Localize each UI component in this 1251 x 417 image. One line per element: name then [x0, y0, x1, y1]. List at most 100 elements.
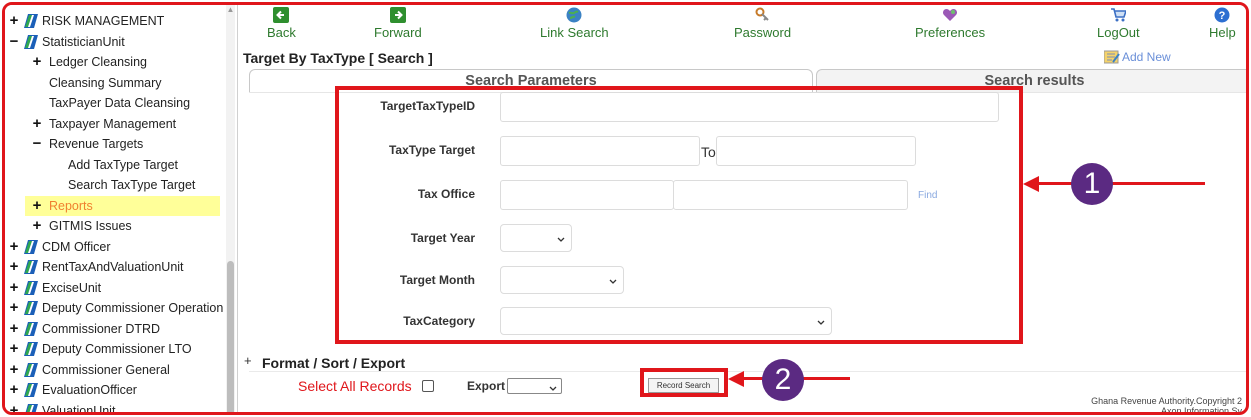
sidebar-item-taxpayer-data-cleansing[interactable]: TaxPayer Data Cleansing	[25, 93, 190, 113]
sidebar-item-valuationunit[interactable]: + ValuationUnit	[7, 401, 116, 415]
expand-format-icon[interactable]: +	[244, 353, 252, 368]
svg-text:?: ?	[1219, 10, 1226, 22]
back-label: Back	[267, 25, 296, 40]
expand-icon[interactable]: +	[7, 300, 21, 315]
expand-icon[interactable]: +	[7, 362, 21, 377]
preferences-label: Preferences	[915, 25, 986, 40]
expand-icon[interactable]: +	[7, 13, 21, 28]
sidebar-item-label: Commissioner General	[42, 362, 170, 377]
select-all-records-label: Select All Records	[298, 378, 412, 394]
unit-flag-icon	[22, 321, 39, 337]
expand-icon[interactable]: +	[25, 116, 49, 131]
sidebar-item-label: Revenue Targets	[49, 137, 144, 151]
sidebar-item-deputy-commissioner-operation[interactable]: + Deputy Commissioner Operation	[7, 298, 223, 318]
highlight-box-2	[640, 368, 728, 397]
help-icon: ?	[1214, 7, 1230, 23]
arrow-1-line	[1035, 182, 1205, 185]
export-select[interactable]	[507, 378, 562, 394]
help-button[interactable]: ? Help	[1209, 7, 1236, 40]
sidebar-item-add-taxtype-target[interactable]: Add TaxType Target	[51, 155, 178, 175]
unit-flag-icon	[22, 280, 39, 296]
sidebar-item-commissioner-dtrd[interactable]: + Commissioner DTRD	[7, 319, 160, 339]
forward-label: Forward	[374, 25, 422, 40]
sidebar-item-label: EvaluationOfficer	[42, 383, 137, 397]
page-title: Target By TaxType [ Search ]	[243, 50, 433, 66]
sidebar-item-cdm-officer[interactable]: + CDM Officer	[7, 237, 111, 257]
format-sort-export-title[interactable]: Format / Sort / Export	[262, 355, 405, 371]
sidebar-item-label: Deputy Commissioner Operation	[42, 301, 224, 315]
sidebar-item-statisticianunit[interactable]: − StatisticianUnit	[7, 32, 125, 52]
sidebar-item-ledger-cleansing[interactable]: + Ledger Cleansing	[25, 52, 147, 72]
app-window: + ValuationUnit + EvaluationOfficer + Commiss…	[2, 2, 1249, 415]
expand-icon[interactable]: +	[7, 321, 21, 336]
format-divider	[249, 371, 1246, 372]
sidebar-item-label: Commissioner DTRD	[42, 321, 161, 336]
footer-copyright: Ghana Revenue Authority.Copyright 2 Axon…	[1091, 396, 1242, 412]
sidebar-item-taxpayer-management[interactable]: + Taxpayer Management	[25, 114, 177, 134]
globe-icon	[566, 7, 582, 23]
collapse-icon[interactable]: −	[25, 136, 49, 151]
sidebar-item-risk-management[interactable]: + RISK MANAGEMENT	[7, 11, 164, 31]
link-search-label: Link Search	[540, 25, 609, 40]
expand-icon[interactable]: +	[7, 280, 21, 295]
scrollbar-thumb[interactable]	[227, 261, 234, 412]
forward-button[interactable]: Forward	[374, 7, 422, 40]
cart-icon	[1110, 7, 1127, 23]
sidebar-item-label: RentTaxAndValuationUnit	[42, 260, 184, 274]
expand-icon[interactable]: +	[25, 218, 49, 233]
key-icon	[755, 7, 771, 23]
sidebar-item-exciseunit[interactable]: + ExciseUnit	[7, 278, 101, 298]
sidebar-tree: + ValuationUnit + EvaluationOfficer + Commiss…	[5, 5, 238, 415]
sidebar-item-commissioner-general[interactable]: + Commissioner General	[7, 360, 170, 380]
sidebar-item-label: Cleansing Summary	[49, 75, 162, 90]
sidebar-scrollbar[interactable]: ▲	[226, 5, 235, 412]
add-new-icon	[1103, 50, 1120, 64]
footer-line-1: Ghana Revenue Authority.Copyright 2	[1091, 396, 1242, 406]
sidebar-item-search-taxtype-target[interactable]: Search TaxType Target	[51, 175, 195, 195]
highlight-box-1	[335, 86, 1023, 344]
select-all-checkbox[interactable]	[422, 380, 434, 392]
sidebar-item-label: ExciseUnit	[42, 280, 102, 295]
sidebar-item-label: Taxpayer Management	[49, 116, 177, 131]
sidebar-item-label: StatisticianUnit	[42, 34, 125, 49]
scroll-up-icon[interactable]: ▲	[226, 5, 235, 15]
expand-icon[interactable]: +	[7, 341, 21, 356]
sidebar-item-label: Search TaxType Target	[68, 178, 196, 192]
password-label: Password	[734, 25, 792, 40]
sidebar-item-label: Deputy Commissioner LTO	[42, 342, 192, 356]
sidebar-item-cleansing-summary[interactable]: Cleansing Summary	[25, 73, 162, 93]
expand-icon[interactable]: +	[7, 382, 21, 397]
preferences-button[interactable]: Preferences	[915, 7, 985, 40]
sidebar-item-label: ValuationUnit	[42, 403, 116, 415]
sidebar-item-label: GITMIS Issues	[49, 219, 132, 233]
add-new-link[interactable]: Add New	[1103, 50, 1171, 64]
sidebar-item-evaluationofficer[interactable]: + EvaluationOfficer	[7, 380, 137, 400]
sidebar-item-label: RISK MANAGEMENT	[42, 14, 165, 28]
export-label: Export	[467, 379, 506, 393]
expand-icon[interactable]: +	[25, 54, 49, 69]
sidebar-item-gitmis-issues[interactable]: + GITMIS Issues	[25, 216, 132, 236]
sidebar-item-revenue-targets[interactable]: − Revenue Targets	[25, 134, 144, 154]
sidebar-item-renttaxandvaluationunit[interactable]: + RentTaxAndValuationUnit	[7, 257, 184, 277]
logout-button[interactable]: LogOut	[1097, 7, 1140, 40]
back-button[interactable]: Back	[267, 7, 296, 40]
expand-icon[interactable]: +	[7, 239, 21, 254]
expand-icon[interactable]: +	[7, 403, 21, 413]
back-arrow-icon	[273, 7, 290, 23]
link-search-button[interactable]: Link Search	[540, 7, 609, 40]
expand-icon[interactable]: +	[7, 259, 21, 274]
sidebar-item-label: Reports	[49, 198, 93, 213]
password-button[interactable]: Password	[734, 7, 791, 40]
collapse-icon[interactable]: −	[7, 34, 21, 49]
sidebar-item-deputy-commissioner-lto[interactable]: + Deputy Commissioner LTO	[7, 339, 192, 359]
expand-icon[interactable]: +	[25, 198, 49, 213]
unit-flag-icon	[22, 34, 39, 50]
unit-flag-icon	[22, 341, 39, 357]
logout-label: LogOut	[1097, 25, 1140, 40]
unit-flag-icon	[22, 382, 39, 398]
callout-2: 2	[762, 359, 804, 401]
unit-flag-icon	[22, 259, 39, 275]
heart-icon	[942, 7, 958, 23]
unit-flag-icon	[22, 403, 39, 412]
sidebar-item-reports[interactable]: + Reports	[25, 195, 220, 216]
